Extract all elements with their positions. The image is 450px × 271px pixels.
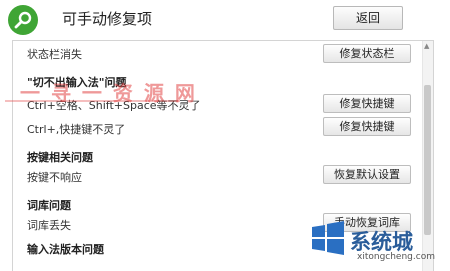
wrench-icon (8, 5, 38, 35)
status-bar-desc: 状态栏消失 (27, 48, 82, 61)
watermark-url: xitongcheng.com (357, 252, 435, 262)
dictionary-lost-desc: 词库丢失 (27, 219, 71, 232)
keys-unresponsive-desc: 按键不响应 (27, 171, 82, 184)
section-title-version: 输入法版本问题 (27, 243, 104, 256)
windows-logo-icon (312, 221, 344, 255)
header: 可手动修复项 返回 (0, 0, 450, 40)
scrollbar-thumb[interactable] (424, 85, 431, 235)
back-button[interactable]: 返回 (333, 6, 403, 30)
restore-defaults-button[interactable]: 恢复默认设置 (323, 165, 411, 184)
fix-hotkey-button-2[interactable]: 修复快捷键 (323, 117, 411, 136)
scroll-up-icon[interactable]: ▲ (424, 42, 429, 50)
scrollbar[interactable]: ▲ (422, 41, 433, 271)
section-title-keys: 按键相关问题 (27, 151, 93, 164)
section-title-dictionary: 词库问题 (27, 199, 71, 212)
fix-status-bar-button[interactable]: 修复状态栏 (323, 44, 411, 63)
page-title: 可手动修复项 (62, 10, 153, 28)
hotkey-comma-desc: Ctrl+,快捷键不灵了 (27, 123, 126, 136)
watermark-text: 一 寻 一 资 源 网 (20, 81, 197, 105)
fix-hotkey-button-1[interactable]: 修复快捷键 (323, 94, 411, 113)
